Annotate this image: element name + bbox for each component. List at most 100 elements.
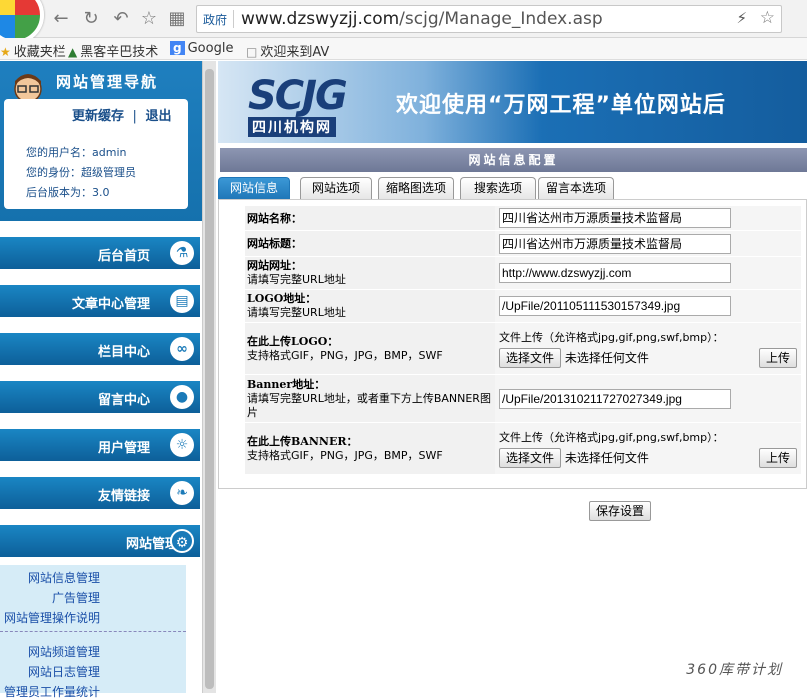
site-name-label: 网站名称： <box>247 212 302 225</box>
banner-file-status: 未选择任何文件 <box>565 451 649 465</box>
menu-messages[interactable]: 留言中心 ● <box>0 381 200 413</box>
site-title-label: 网站标题： <box>247 237 302 250</box>
logo-url-hint: 请填写完整URL地址 <box>247 306 493 320</box>
scrollbar-thumb[interactable] <box>205 69 214 689</box>
book-icon: ▤ <box>170 289 194 313</box>
favorite-icon[interactable]: ☆ <box>138 8 160 30</box>
bookmark-star-icon[interactable]: ☆ <box>760 8 775 28</box>
tree-icon: ▲ <box>68 45 77 59</box>
url-host: www.dzswyzjj.com <box>241 9 399 29</box>
flask-icon: ⚗ <box>170 241 194 265</box>
back-icon[interactable]: ← <box>50 8 72 30</box>
role-line: 您的身份：超级管理员 <box>26 163 136 183</box>
table-row: Banner地址：请填写完整URL地址，或者重下方上传BANNER图片 /UpF… <box>245 375 801 423</box>
submenu-channels[interactable]: 网站频道管理 <box>28 643 100 660</box>
logo-file-status: 未选择任何文件 <box>565 351 649 365</box>
tab-guestbook-options[interactable]: 留言本选项 <box>538 177 614 199</box>
site-url-field[interactable]: http://www.dzswyzjj.com <box>499 263 731 283</box>
upload-logo-note: 文件上传（允许格式jpg,gif,png,swf,bmp）： <box>499 329 797 345</box>
tab-site-options[interactable]: 网站选项 <box>300 177 372 199</box>
choose-logo-file-button[interactable]: 选择文件 <box>499 348 561 368</box>
bookmark-hacker[interactable]: ▲黑客辛巴技术 <box>68 41 158 60</box>
tab-search-options[interactable]: 搜索选项 <box>460 177 536 199</box>
submenu-ads[interactable]: 广告管理 <box>52 589 100 606</box>
table-row: 在此上传BANNER：支持格式GIF，PNG，JPG，BMP，SWF 文件上传（… <box>245 423 801 475</box>
link-divider: | <box>133 109 137 124</box>
table-row: 网站标题： 四川省达州市万源质量技术监督局 <box>245 231 801 257</box>
google-icon: g <box>170 41 185 55</box>
refresh-icon[interactable]: ↻ <box>80 8 102 30</box>
upload-logo-button[interactable]: 上传 <box>759 348 797 368</box>
site-banner: SCJG 四川机构网 欢迎使用“万网工程”单位网站后 <box>218 61 807 143</box>
browser-toolbar: ← ↻ ↶ ☆ ▦ 政府 www.dzswyzjj.com/scjg/Manag… <box>0 0 807 38</box>
username-line: 您的用户名：admin <box>26 143 136 163</box>
submenu-site-info[interactable]: 网站信息管理 <box>28 569 100 586</box>
link-icon: ∞ <box>170 337 194 361</box>
logo-url-label: LOGO地址： <box>247 292 493 306</box>
sidebar: 网站管理导航 更新缓存 | 退出 您的用户名：admin 您的身份：超级管理员 … <box>0 61 202 693</box>
user-info: 您的用户名：admin 您的身份：超级管理员 后台版本为：3.0 <box>26 143 136 203</box>
logout-link[interactable]: 退出 <box>145 109 171 124</box>
sidebar-title: 网站管理导航 <box>56 71 158 92</box>
table-row: 网站名称： 四川省达州市万源质量技术监督局 <box>245 206 801 231</box>
tab-thumbnail-options[interactable]: 缩略图选项 <box>378 177 454 199</box>
speed-mode-icon[interactable]: ⚡ <box>736 9 747 27</box>
bookmarks-bar: ★收藏夹栏 ▲黑客辛巴技术 gGoogle □欢迎来到AV <box>0 38 807 60</box>
users-icon: ☼ <box>170 433 194 457</box>
bookmark-favorites[interactable]: ★收藏夹栏 <box>0 41 66 60</box>
url-path: /scjg/Manage_Index.asp <box>399 9 602 29</box>
page-icon: □ <box>246 45 257 59</box>
submenu-workload[interactable]: 管理员工作量统计 <box>4 683 100 700</box>
bookmark-google[interactable]: gGoogle <box>170 41 233 56</box>
menu-articles[interactable]: 文章中心管理 ▤ <box>0 285 200 317</box>
gear-icon: ⚙ <box>170 529 194 553</box>
apps-icon[interactable]: ▦ <box>166 8 188 30</box>
menu-home[interactable]: 后台首页 ⚗ <box>0 237 200 269</box>
tab-site-info[interactable]: 网站信息 <box>218 177 290 199</box>
banner-url-field[interactable]: /UpFile/201310211727027349.jpg <box>499 389 731 409</box>
save-settings-button[interactable]: 保存设置 <box>589 501 651 521</box>
submenu-guide[interactable]: 网站管理操作说明 <box>4 609 100 626</box>
sidebar-header: 网站管理导航 更新缓存 | 退出 您的用户名：admin 您的身份：超级管理员 … <box>0 61 202 221</box>
refresh-cache-link[interactable]: 更新缓存 <box>72 109 124 124</box>
table-row: 在此上传LOGO：支持格式GIF，PNG，JPG，BMP，SWF 文件上传（允许… <box>245 323 801 375</box>
menu-users[interactable]: 用户管理 ☼ <box>0 429 200 461</box>
banner-logo: SCJG <box>248 73 346 119</box>
settings-tabs: 网站信息 网站选项 缩略图选项 搜索选项 留言本选项 <box>218 177 807 199</box>
bookmark-av[interactable]: □欢迎来到AV <box>246 41 329 60</box>
menu-site-management[interactable]: 网站管理 ⚙ <box>0 525 200 557</box>
version-line: 后台版本为：3.0 <box>26 183 136 203</box>
site-name-field[interactable]: 四川省达州市万源质量技术监督局 <box>499 208 731 228</box>
choose-banner-file-button[interactable]: 选择文件 <box>499 448 561 468</box>
submenu-panel: 网站信息管理 广告管理 网站管理操作说明 网站频道管理 网站日志管理 管理员工作… <box>0 565 186 693</box>
upload-banner-label: 在此上传BANNER： <box>247 435 493 449</box>
address-bar[interactable]: 政府 www.dzswyzjj.com/scjg/Manage_Index.as… <box>196 5 782 33</box>
banner-logo-subtitle: 四川机构网 <box>248 117 336 137</box>
settings-table: 网站名称： 四川省达州市万源质量技术监督局 网站标题： 四川省达州市万源质量技术… <box>245 206 801 475</box>
site-title-field[interactable]: 四川省达州市万源质量技术监督局 <box>499 234 731 254</box>
submenu-logs[interactable]: 网站日志管理 <box>28 663 100 680</box>
frame-scrollbar[interactable] <box>202 61 216 693</box>
upload-banner-button[interactable]: 上传 <box>759 448 797 468</box>
submenu-divider <box>0 631 186 633</box>
menu-columns[interactable]: 栏目中心 ∞ <box>0 333 200 365</box>
settings-form: 网站名称： 四川省达州市万源质量技术监督局 网站标题： 四川省达州市万源质量技术… <box>218 199 807 489</box>
leaf-icon: ❧ <box>170 481 194 505</box>
drop-icon: ● <box>170 385 194 409</box>
upload-banner-note: 文件上传（允许格式jpg,gif,png,swf,bmp）： <box>499 429 797 445</box>
main-frame: SCJG 四川机构网 欢迎使用“万网工程”单位网站后 网站信息配置 网站信息 网… <box>218 61 807 693</box>
site-url-hint: 请填写完整URL地址 <box>247 273 493 287</box>
upload-logo-label: 在此上传LOGO： <box>247 335 493 349</box>
star-icon: ★ <box>0 45 11 59</box>
banner-url-label: Banner地址： <box>247 378 493 392</box>
menu-friend-links[interactable]: 友情链接 ❧ <box>0 477 200 509</box>
site-category-tag: 政府 <box>203 11 227 28</box>
watermark-text: 360库带计划 <box>686 659 783 679</box>
undo-icon[interactable]: ↶ <box>110 8 132 30</box>
user-info-card: 更新缓存 | 退出 您的用户名：admin 您的身份：超级管理员 后台版本为：3… <box>4 99 188 209</box>
section-title: 网站信息配置 <box>220 148 807 172</box>
site-url-label: 网站网址： <box>247 259 493 273</box>
url-text[interactable]: www.dzswyzjj.com/scjg/Manage_Index.asp <box>241 9 603 29</box>
logo-url-field[interactable]: /UpFile/201105111530157349.jpg <box>499 296 731 316</box>
table-row: LOGO地址：请填写完整URL地址 /UpFile/20110511153015… <box>245 290 801 323</box>
